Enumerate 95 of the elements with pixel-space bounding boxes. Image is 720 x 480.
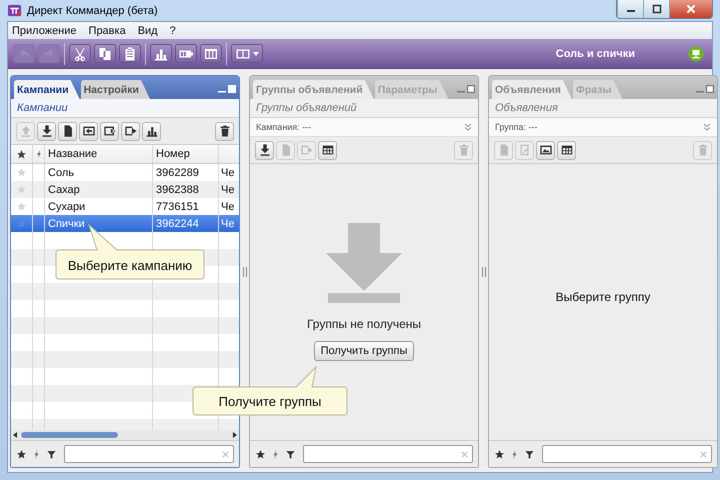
- toolbar-button[interactable]: [69, 44, 91, 63]
- table-cell: Спички: [48, 218, 85, 230]
- window-title: Директ Коммандер (бета): [27, 4, 158, 16]
- import-icon: [82, 124, 96, 138]
- toolbar-button[interactable]: [150, 44, 172, 63]
- menu-item[interactable]: Приложение: [12, 24, 77, 36]
- table-cell: Сухари: [48, 200, 86, 212]
- expand-icon[interactable]: [703, 123, 711, 131]
- splitter-handle[interactable]: [242, 266, 246, 276]
- star-icon[interactable]: [255, 448, 266, 460]
- star-icon[interactable]: [16, 167, 27, 178]
- table-cell: Че: [221, 200, 234, 212]
- maximize-button[interactable]: [643, 0, 669, 18]
- copy-icon: [97, 46, 113, 62]
- search-field[interactable]: [542, 445, 712, 463]
- toolbar-button[interactable]: [58, 122, 77, 140]
- trash-icon: [456, 143, 470, 157]
- upload-icon: [18, 124, 32, 138]
- maximize-icon[interactable]: [467, 85, 475, 93]
- get-groups-button[interactable]: Получить группы: [314, 341, 414, 361]
- table-cell: Че: [221, 166, 234, 178]
- export-icon: [300, 143, 314, 157]
- column-header[interactable]: Название: [45, 145, 153, 163]
- download-icon: [40, 124, 54, 138]
- toolbar-button[interactable]: [142, 122, 161, 140]
- minimize-button[interactable]: [617, 0, 643, 18]
- toolbar-button[interactable]: [121, 122, 140, 140]
- hint-text: Выберите кампанию: [68, 258, 192, 274]
- caret-icon: [253, 52, 259, 56]
- menu-item[interactable]: Правка: [88, 24, 126, 36]
- table-cell: Че: [221, 218, 234, 230]
- horizontal-scrollbar[interactable]: [11, 430, 239, 440]
- maximize-icon: [652, 4, 662, 14]
- panel-subtitle: Кампании: [11, 99, 239, 118]
- toolbar-button[interactable]: [79, 122, 98, 140]
- toolbar-button[interactable]: [119, 44, 141, 63]
- star-icon[interactable]: [16, 201, 27, 212]
- toolbar-button[interactable]: [231, 44, 263, 63]
- tab[interactable]: Настройки: [80, 80, 150, 99]
- scissors-icon: [72, 46, 88, 62]
- frame-arrow-icon: [102, 124, 116, 138]
- filter-label: Кампания: ---: [256, 122, 312, 132]
- table-cell: Сахар: [48, 184, 80, 196]
- table-cell: 3962289: [156, 166, 199, 178]
- star-icon[interactable]: [16, 184, 27, 195]
- filter-icon[interactable]: [285, 448, 296, 460]
- table-row[interactable]: Спички 3962244 Че: [11, 215, 239, 232]
- toolbar-button[interactable]: [200, 44, 222, 63]
- splitter-handle[interactable]: [482, 266, 486, 276]
- star-icon[interactable]: [494, 448, 505, 460]
- close-button[interactable]: [669, 0, 712, 18]
- search-field[interactable]: [303, 445, 473, 463]
- toolbar-button[interactable]: [536, 140, 555, 160]
- table-cell: Соль: [48, 166, 74, 178]
- delete-button[interactable]: [215, 122, 234, 140]
- toolbar-button[interactable]: [100, 122, 119, 140]
- table-cell: 7736151: [156, 200, 199, 212]
- filter-label: Группа: ---: [495, 122, 538, 132]
- empty-message: Выберите группу: [556, 290, 650, 304]
- empty-message: Группы не получены: [306, 317, 422, 331]
- table-cell: 3962244: [156, 218, 199, 230]
- star-icon[interactable]: [16, 218, 27, 229]
- column-header[interactable]: Номер: [153, 145, 219, 163]
- trash-icon: [218, 124, 232, 138]
- filter-icon[interactable]: [524, 448, 535, 460]
- expand-icon[interactable]: [464, 123, 472, 131]
- toolbar-button[interactable]: [37, 122, 56, 140]
- app-logo-icon: [7, 3, 22, 18]
- download-icon: [258, 143, 272, 157]
- toolbar-button[interactable]: [318, 140, 337, 160]
- edit-document-icon: [518, 143, 532, 157]
- trash-icon: [696, 143, 710, 157]
- table-icon: [320, 143, 334, 157]
- table-cell: Че: [221, 184, 234, 196]
- filter-icon[interactable]: [46, 448, 57, 460]
- bar-chart-icon: [144, 124, 158, 138]
- menu-item[interactable]: Вид: [138, 24, 158, 36]
- toolbar-button[interactable]: [255, 140, 274, 160]
- table-cell: 3962388: [156, 184, 199, 196]
- table-row[interactable]: Сахар 3962388 Че: [11, 181, 239, 198]
- menu-item[interactable]: ?: [170, 24, 176, 36]
- image-icon: [538, 143, 552, 157]
- tab[interactable]: Кампании: [14, 80, 80, 99]
- toolbar-button[interactable]: [94, 44, 116, 63]
- star-icon[interactable]: [16, 448, 27, 460]
- toolbar-button[interactable]: [557, 140, 576, 160]
- hint-text: Получите группы: [218, 394, 322, 410]
- export-icon: [124, 124, 138, 138]
- account-name: Соль и спички: [556, 48, 635, 60]
- maximize-icon[interactable]: [706, 85, 714, 93]
- star-icon[interactable]: [16, 148, 27, 160]
- toolbar-button[interactable]: [175, 44, 197, 63]
- close-icon: [686, 4, 696, 14]
- table-icon: [560, 143, 574, 157]
- search-field[interactable]: [64, 445, 234, 463]
